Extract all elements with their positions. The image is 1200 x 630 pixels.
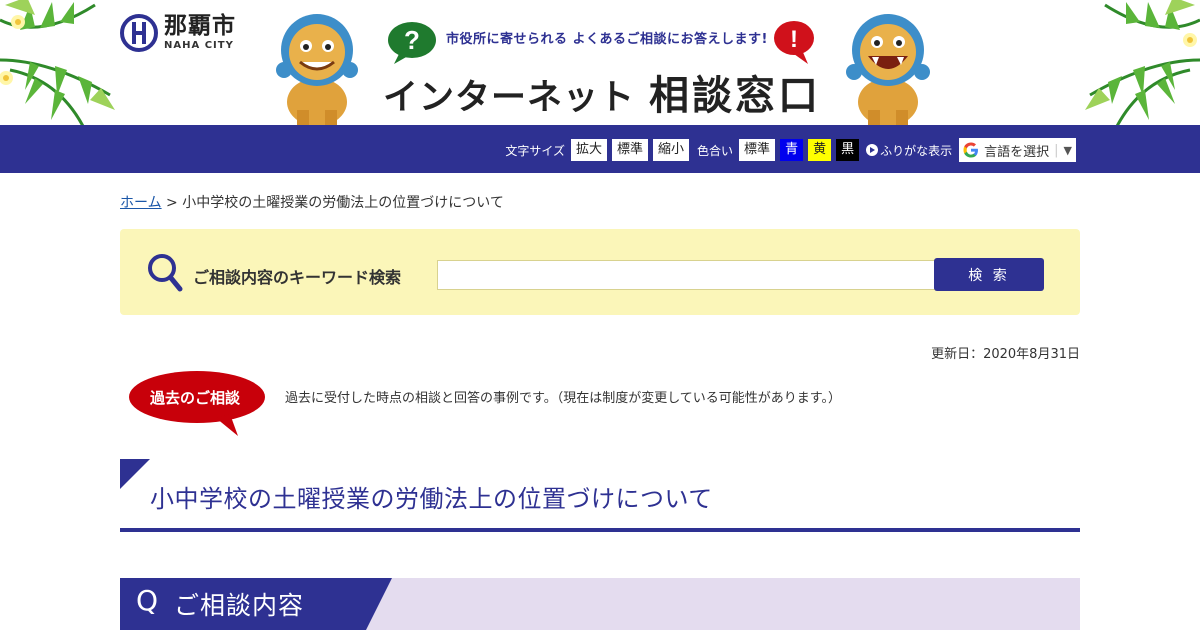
- language-select-separator: |: [1054, 142, 1059, 158]
- site-title-part1: インターネット: [383, 78, 636, 118]
- city-logo[interactable]: 那覇市 NAHA CITY: [120, 14, 236, 52]
- svg-text:?: ?: [404, 25, 420, 55]
- font-size-label: 文字サイズ: [505, 143, 565, 158]
- language-select-label: 言語を選択: [984, 144, 1050, 160]
- shisa-right-icon: [846, 14, 930, 125]
- language-select[interactable]: 言語を選択 | ▼: [959, 138, 1076, 162]
- svg-text:!: !: [790, 26, 798, 53]
- color-standard-button[interactable]: 標準: [739, 139, 776, 161]
- font-standard-button[interactable]: 標準: [612, 139, 649, 161]
- question-bubble-icon: ?: [388, 22, 436, 64]
- breadcrumb-separator: >: [161, 195, 183, 211]
- palm-right-icon: [1085, 0, 1200, 125]
- color-blue-button[interactable]: 青: [780, 139, 804, 161]
- city-emblem-icon: [120, 14, 158, 52]
- title-corner-decoration: [120, 459, 150, 489]
- ruby-toggle-label: ふりがな表示: [880, 143, 953, 158]
- breadcrumb-home-link[interactable]: ホーム: [120, 195, 162, 211]
- page-title: 小中学校の土曜授業の労働法上の位置づけについて: [150, 485, 713, 513]
- site-title: インターネット 相談窓口: [383, 63, 821, 121]
- search-icon: [148, 254, 183, 292]
- color-black-button[interactable]: 黒: [836, 139, 860, 161]
- font-shrink-button[interactable]: 縮小: [653, 139, 690, 161]
- breadcrumb-current: 小中学校の土曜授業の労働法上の位置づけについて: [182, 195, 504, 211]
- palm-left-icon: [0, 0, 115, 125]
- google-g-icon: [963, 142, 979, 158]
- header-tagline: 市役所に寄せられる よくあるご相談にお答えします!: [446, 32, 768, 47]
- logo-subtitle: NAHA CITY: [164, 40, 234, 51]
- question-letter: Q: [136, 584, 159, 617]
- question-section-tab: Q ご相談内容: [120, 578, 392, 630]
- breadcrumb: ホーム > 小中学校の土曜授業の労働法上の位置づけについて: [120, 192, 504, 212]
- past-consultation-badge: 過去のご相談: [150, 389, 241, 407]
- ruby-toggle-button[interactable]: ふりがな表示: [866, 142, 952, 159]
- accessibility-bar: 文字サイズ 拡大 標準 縮小 色合い 標準 青 黄 黒 ふりがな表示 言語を選択…: [0, 125, 1200, 173]
- font-enlarge-button[interactable]: 拡大: [570, 139, 607, 161]
- keyword-search-panel: ご相談内容のキーワード検索 検 索: [120, 229, 1080, 315]
- exclamation-bubble-icon: !: [774, 21, 814, 64]
- shisa-left-icon: [276, 14, 358, 125]
- search-button[interactable]: 検 索: [934, 258, 1044, 291]
- logo-name: 那覇市: [164, 13, 236, 39]
- question-section-header: Q ご相談内容: [120, 578, 1080, 630]
- site-title-part2: 相談窓口: [649, 73, 822, 119]
- color-label: 色合い: [697, 143, 734, 158]
- search-input[interactable]: [437, 260, 935, 290]
- page-title-block: 小中学校の土曜授業の労働法上の位置づけについて: [120, 459, 1080, 532]
- site-header: 那覇市 NAHA CITY ? 市役所に寄せられる よくあるご相談にお答えします…: [0, 0, 1200, 125]
- chevron-down-icon: ▼: [1063, 143, 1072, 157]
- play-icon: [866, 144, 879, 156]
- search-label: ご相談内容のキーワード検索: [193, 268, 402, 287]
- question-section-title: ご相談内容: [174, 591, 305, 620]
- past-notice-text: 過去に受付した時点の相談と回答の事例です。（現在は制度が変更している可能性があり…: [285, 391, 842, 406]
- color-yellow-button[interactable]: 黄: [808, 139, 832, 161]
- updated-date: 更新日：2020年8月31日: [931, 347, 1080, 362]
- accessibility-tools: 文字サイズ 拡大 標準 縮小 色合い 標準 青 黄 黒 ふりがな表示 言語を選択…: [505, 138, 1076, 162]
